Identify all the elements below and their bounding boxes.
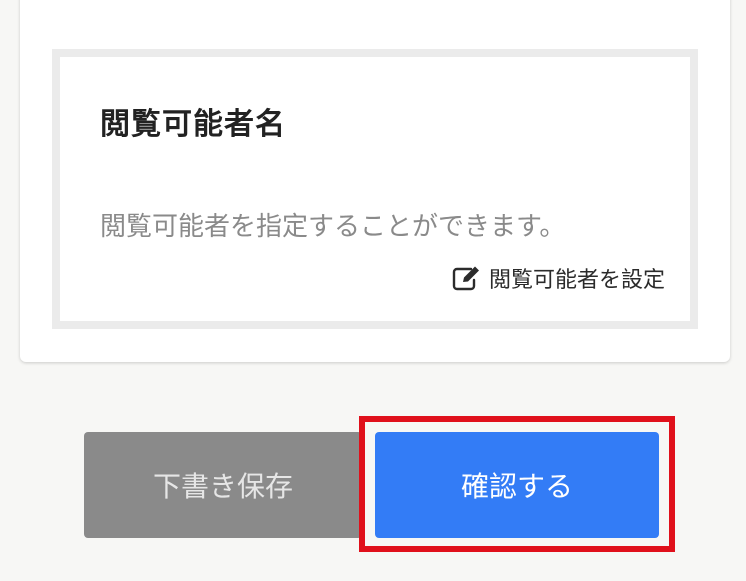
set-viewers-link[interactable]: 閲覧可能者を設定 <box>451 262 665 294</box>
edit-icon <box>451 265 481 291</box>
settings-card: 閲覧可能者名 閲覧可能者を指定することができます。 閲覧可能者を設定 <box>20 0 730 362</box>
viewer-section: 閲覧可能者名 閲覧可能者を指定することができます。 閲覧可能者を設定 <box>52 49 698 329</box>
set-viewers-label: 閲覧可能者を設定 <box>488 268 665 293</box>
confirm-button[interactable]: 確認する <box>375 432 659 538</box>
section-description: 閲覧可能者を指定することができます。 <box>100 212 566 242</box>
section-title: 閲覧可能者名 <box>100 107 286 142</box>
save-draft-button[interactable]: 下書き保存 <box>84 432 362 538</box>
